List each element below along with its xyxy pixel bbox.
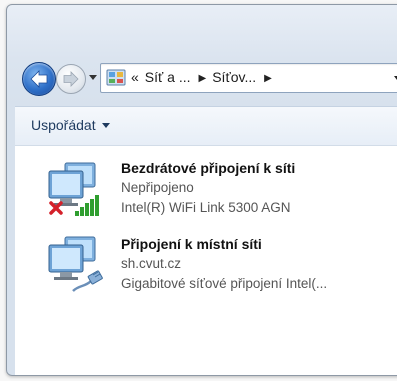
page: « Síť a ... ▶ Síťov... ▶ Uspořádat Bezdrá… — [0, 0, 397, 381]
breadcrumb: « Síť a ... ▶ Síťov... ▶ — [131, 69, 278, 85]
breadcrumb-item-connections[interactable]: Síťov... — [212, 69, 256, 85]
breadcrumb-separator-icon[interactable]: ▶ — [199, 73, 207, 84]
history-dropdown-icon[interactable] — [88, 72, 98, 82]
connection-details: Bezdrátové připojení k síti Nepřipojeno … — [121, 159, 397, 218]
breadcrumb-item-network[interactable]: Síť a ... — [145, 69, 191, 85]
breadcrumb-overflow[interactable]: « — [131, 69, 139, 85]
navigation-bar: « Síť a ... ▶ Síťov... ▶ — [22, 58, 397, 96]
connection-details: Připojení k místní síti sh.cvut.cz Gigab… — [121, 235, 397, 294]
back-button[interactable] — [22, 62, 56, 96]
connection-name: Připojení k místní síti — [121, 236, 262, 252]
back-arrow-icon — [30, 70, 48, 88]
wireless-network-disconnected-icon — [48, 162, 99, 216]
chevron-down-icon — [101, 123, 110, 128]
connection-device: Gigabitové síťové připojení Intel(... — [121, 276, 328, 291]
content-pane: Uspořádat Bezdrátové připojení k síti Ne… — [15, 106, 397, 375]
connection-status: Nepřipojeno — [121, 180, 194, 195]
connection-name: Bezdrátové připojení k síti — [121, 160, 296, 176]
forward-arrow-icon — [63, 71, 79, 87]
wired-network-icon — [48, 236, 103, 292]
network-connection-lan[interactable]: Připojení k místní síti sh.cvut.cz Gigab… — [45, 235, 397, 305]
organize-button[interactable]: Uspořádat — [31, 117, 110, 133]
network-connection-wireless[interactable]: Bezdrátové připojení k síti Nepřipojeno … — [45, 159, 397, 229]
address-bar[interactable]: « Síť a ... ▶ Síťov... ▶ — [100, 63, 397, 93]
connection-status: sh.cvut.cz — [121, 256, 182, 271]
connection-device: Intel(R) WiFi Link 5300 AGN — [121, 200, 291, 215]
command-bar: Uspořádat — [15, 107, 397, 146]
organize-label: Uspořádat — [31, 117, 96, 133]
forward-button[interactable] — [56, 64, 86, 94]
breadcrumb-separator-icon[interactable]: ▶ — [264, 73, 272, 84]
control-panel-icon — [106, 69, 126, 86]
